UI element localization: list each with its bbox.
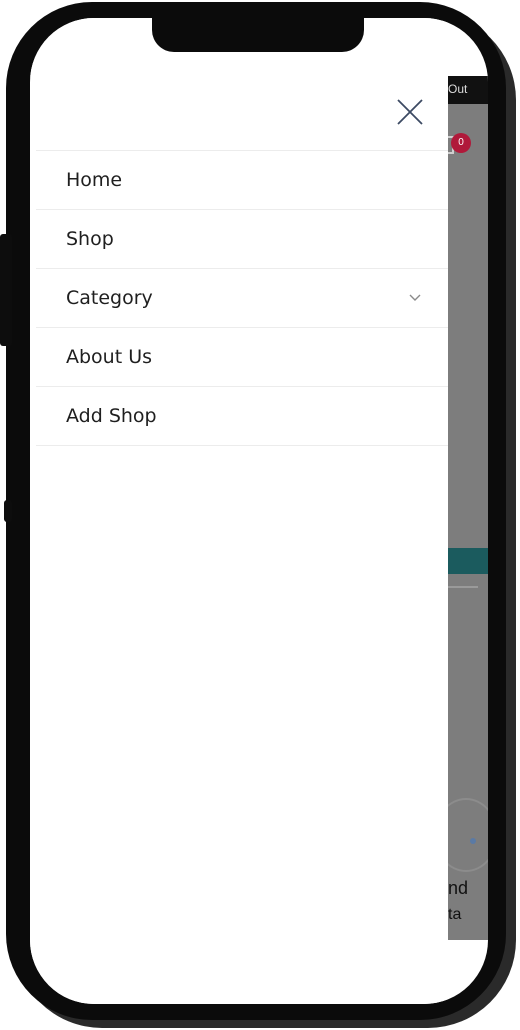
close-button[interactable]	[394, 96, 426, 128]
menu-item-shop[interactable]: Shop	[36, 210, 448, 269]
phone-screen: Out 0 nd ta Home Shop Category About Us …	[30, 18, 488, 1004]
menu-item-label: Home	[66, 169, 123, 191]
peek-text-1: nd	[448, 878, 469, 898]
menu-item-category[interactable]: Category	[36, 269, 448, 328]
phone-side-button-small	[4, 500, 12, 522]
phone-notch	[152, 18, 364, 52]
topbar-link[interactable]: Out	[448, 82, 467, 96]
peek-text-2: ta	[448, 906, 462, 923]
close-icon	[397, 99, 423, 125]
feature-dot	[470, 838, 476, 844]
menu-item-label: About Us	[66, 346, 153, 368]
menu-item-label: Add Shop	[66, 405, 157, 427]
menu-item-label: Shop	[66, 228, 114, 250]
cart-count-badge: 0	[451, 133, 471, 153]
menu-item-label: Category	[66, 287, 153, 309]
menu-item-add-shop[interactable]: Add Shop	[36, 387, 448, 446]
menu-item-home[interactable]: Home	[36, 151, 448, 210]
nav-menu: Home Shop Category About Us Add Shop	[36, 150, 448, 446]
nav-drawer: Home Shop Category About Us Add Shop	[30, 18, 448, 1004]
menu-item-about-us[interactable]: About Us	[36, 328, 448, 387]
phone-side-button	[0, 234, 12, 346]
chevron-down-icon[interactable]	[408, 291, 422, 305]
